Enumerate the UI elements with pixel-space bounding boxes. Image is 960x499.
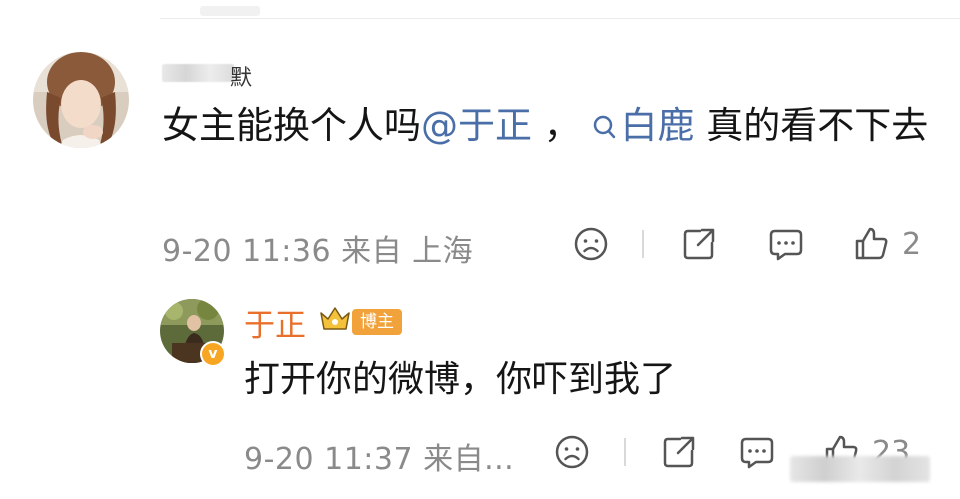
avatar[interactable] bbox=[33, 52, 129, 148]
blurred-content bbox=[200, 6, 260, 16]
share-icon[interactable] bbox=[660, 433, 698, 471]
reply-username[interactable]: 于正 bbox=[244, 300, 306, 345]
dislike-face-icon[interactable] bbox=[572, 225, 610, 263]
comment-actions: 2 bbox=[572, 224, 921, 264]
divider-line bbox=[160, 18, 960, 19]
comment-meta: 9-20 11:36 来自 上海 bbox=[162, 234, 474, 269]
blogger-badge: 博主 bbox=[352, 309, 402, 335]
comment-text-suffix: 真的看不下去 bbox=[694, 104, 929, 147]
action-separator bbox=[624, 438, 626, 466]
username-tail: 默 bbox=[230, 66, 253, 91]
username-blurred[interactable]: 默 bbox=[162, 62, 252, 91]
topic-label: 白鹿 bbox=[620, 104, 695, 147]
mention-link[interactable]: @于正 bbox=[421, 104, 532, 147]
comment-icon[interactable] bbox=[738, 433, 776, 471]
comment-text-prefix: 女主能换个人吗 bbox=[162, 104, 421, 147]
comment-text: 女主能换个人吗@于正 ， 白鹿 真的看不下去 bbox=[162, 100, 942, 154]
comment-separator: ， bbox=[532, 104, 593, 147]
topic-link[interactable]: 白鹿 bbox=[593, 104, 695, 147]
crown-icon bbox=[318, 305, 352, 337]
search-icon bbox=[593, 102, 617, 154]
reply-meta: 9-20 11:37 来自... bbox=[244, 442, 515, 477]
action-separator bbox=[642, 230, 644, 258]
like-icon[interactable] bbox=[852, 225, 890, 263]
comment-icon[interactable] bbox=[767, 225, 805, 263]
share-icon[interactable] bbox=[680, 225, 718, 263]
blurred-username bbox=[162, 64, 234, 82]
blurred-watermark bbox=[790, 456, 930, 482]
like-count: 2 bbox=[902, 226, 922, 262]
dislike-face-icon[interactable] bbox=[553, 433, 591, 471]
verified-badge-icon: v bbox=[200, 341, 226, 367]
reply-text: 打开你的微博，你吓到我了 bbox=[244, 359, 677, 400]
